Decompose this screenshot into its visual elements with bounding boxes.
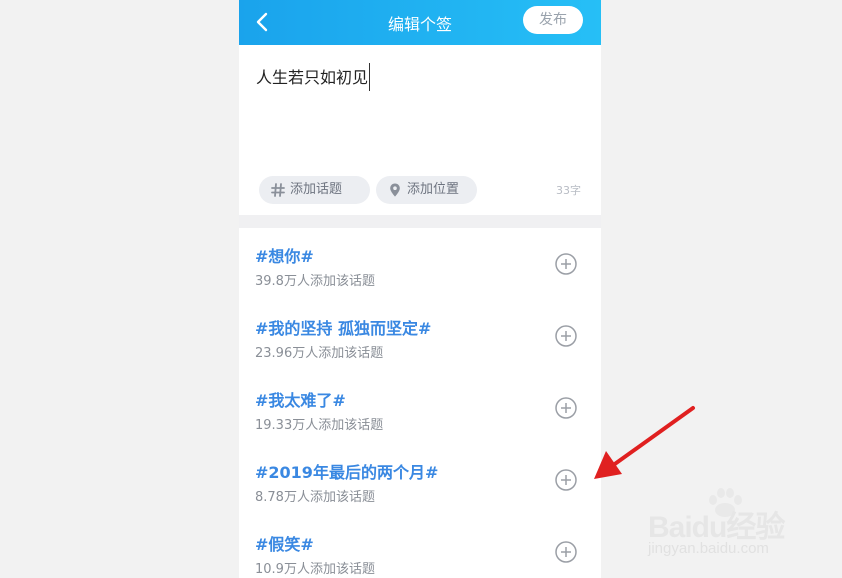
topic-list: #想你# 39.8万人添加该话题 #我的坚持 孤独而坚定# 23.96万人添加该… bbox=[239, 228, 601, 578]
publish-button[interactable]: 发布 bbox=[523, 6, 583, 34]
hash-icon bbox=[271, 183, 285, 197]
topic-count: 23.96万人添加该话题 bbox=[255, 346, 384, 361]
add-topic-icon[interactable] bbox=[555, 541, 577, 563]
add-topic-icon[interactable] bbox=[555, 253, 577, 275]
add-topic-button[interactable]: 添加话题 bbox=[259, 176, 370, 204]
char-count: 33字 bbox=[556, 184, 581, 197]
top-bar: 编辑个签 发布 bbox=[239, 0, 601, 45]
baidu-watermark: Baidu经验 jingyan.baidu.com bbox=[646, 488, 806, 568]
add-topic-label: 添加话题 bbox=[290, 182, 343, 197]
signature-editor[interactable]: 人生若只如初见 添加话题 添加位置 33字 bbox=[239, 45, 601, 215]
watermark-site: jingyan.baidu.com bbox=[648, 540, 769, 557]
signature-input[interactable]: 人生若只如初见 bbox=[256, 62, 371, 93]
add-location-label: 添加位置 bbox=[407, 182, 460, 197]
add-topic-icon[interactable] bbox=[555, 397, 577, 419]
topic-item[interactable]: #我太难了# 19.33万人添加该话题 bbox=[239, 372, 601, 444]
add-location-button[interactable]: 添加位置 bbox=[376, 176, 477, 204]
topic-item[interactable]: #2019年最后的两个月# 8.78万人添加该话题 bbox=[239, 444, 601, 516]
topic-count: 39.8万人添加该话题 bbox=[255, 274, 375, 289]
signature-text: 人生若只如初见 bbox=[256, 68, 369, 87]
topic-title: #想你# bbox=[255, 247, 314, 266]
add-topic-icon[interactable] bbox=[555, 469, 577, 491]
topic-title: #假笑# bbox=[255, 535, 314, 554]
add-topic-icon[interactable] bbox=[555, 325, 577, 347]
topic-title: #我的坚持 孤独而坚定# bbox=[255, 319, 432, 338]
topic-item[interactable]: #假笑# 10.9万人添加该话题 bbox=[239, 516, 601, 578]
topic-item[interactable]: #我的坚持 孤独而坚定# 23.96万人添加该话题 bbox=[239, 300, 601, 372]
location-pin-icon bbox=[390, 183, 400, 197]
topic-count: 8.78万人添加该话题 bbox=[255, 490, 375, 505]
topic-item[interactable]: #想你# 39.8万人添加该话题 bbox=[239, 228, 601, 300]
topic-count: 19.33万人添加该话题 bbox=[255, 418, 384, 433]
text-cursor bbox=[369, 62, 371, 91]
phone-screen: 编辑个签 发布 人生若只如初见 添加话题 添加位置 33字 #想你# 39.8万… bbox=[239, 0, 601, 578]
topic-count: 10.9万人添加该话题 bbox=[255, 562, 375, 577]
topic-title: #2019年最后的两个月# bbox=[255, 463, 439, 482]
topic-title: #我太难了# bbox=[255, 391, 346, 410]
